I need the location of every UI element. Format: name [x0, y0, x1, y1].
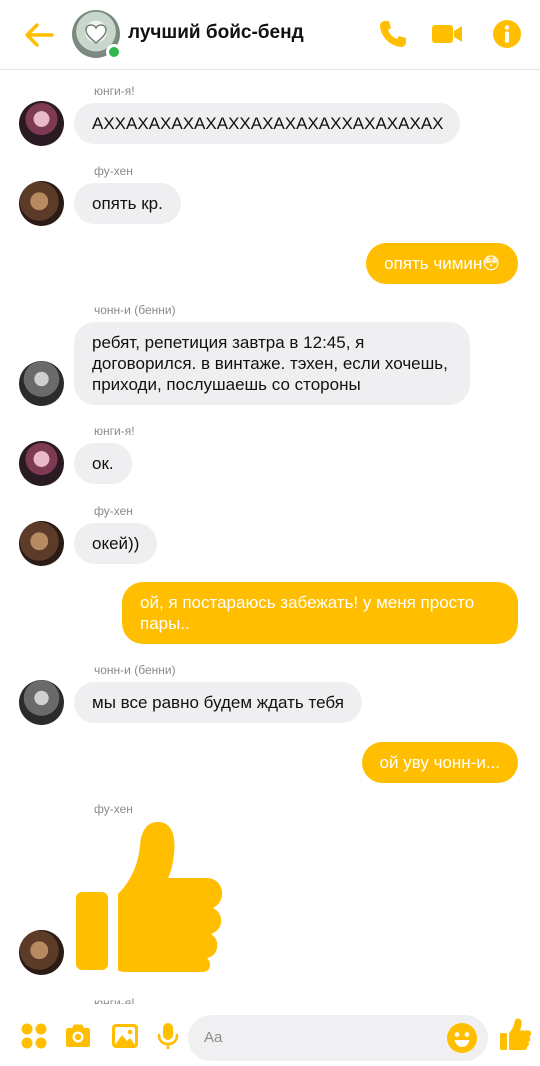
chat-header: лучший бойс-бенд — [0, 0, 540, 70]
message-bubble[interactable]: опять чимин😳 — [366, 243, 518, 284]
sender-name: чонн-и (бенни) — [94, 663, 176, 677]
sender-name: фу-хен — [94, 802, 133, 816]
heart-icon — [85, 24, 107, 44]
avatar[interactable] — [19, 181, 64, 226]
avatar[interactable] — [19, 930, 64, 975]
message-bubble[interactable]: ой, я постараюсь забежать! у меня просто… — [122, 582, 518, 644]
sender-name: юнги-я! — [94, 84, 135, 98]
message-bubble[interactable]: ребят, репетиция завтра в 12:45, я догов… — [74, 322, 470, 405]
message-bubble[interactable]: АХХАХАХАХАХАХХАХАХАХАХХАХАХАХАХ — [74, 103, 460, 144]
emoji-icon[interactable] — [446, 1022, 478, 1054]
sender-name: чонн-и (бенни) — [94, 303, 176, 317]
message-bubble[interactable]: опять кр. — [74, 183, 181, 224]
sender-name: юнги-я! — [94, 424, 135, 438]
message-bubble[interactable]: окей)) — [74, 523, 158, 564]
thumbs-up-icon[interactable] — [74, 820, 224, 972]
image-icon[interactable] — [110, 1021, 140, 1051]
message-bubble[interactable]: ок. — [74, 443, 132, 484]
apps-grid-icon[interactable] — [19, 1021, 49, 1051]
message-bubble[interactable]: мы все равно будем ждать тебя — [74, 682, 362, 723]
microphone-icon[interactable] — [153, 1021, 183, 1051]
video-camera-icon[interactable] — [431, 18, 463, 50]
composer-bar: Aa — [0, 1004, 540, 1066]
like-icon[interactable] — [498, 1018, 532, 1052]
avatar[interactable] — [19, 441, 64, 486]
message-input-placeholder: Aa — [204, 1029, 223, 1046]
back-arrow-icon[interactable] — [22, 18, 56, 52]
chat-title[interactable]: лучший бойс-бенд — [128, 22, 304, 44]
avatar[interactable] — [19, 521, 64, 566]
sender-name: фу-хен — [94, 164, 133, 178]
message-input[interactable]: Aa — [188, 1015, 488, 1061]
avatar[interactable] — [19, 361, 64, 406]
avatar[interactable] — [19, 680, 64, 725]
group-avatar[interactable] — [72, 10, 122, 60]
online-status-dot — [106, 44, 122, 60]
camera-icon[interactable] — [63, 1021, 93, 1051]
phone-icon[interactable] — [377, 18, 409, 50]
message-bubble[interactable]: ой уву чонн-и... — [361, 742, 518, 783]
sender-name: фу-хен — [94, 504, 133, 518]
avatar[interactable] — [19, 101, 64, 146]
info-icon[interactable] — [491, 18, 523, 50]
